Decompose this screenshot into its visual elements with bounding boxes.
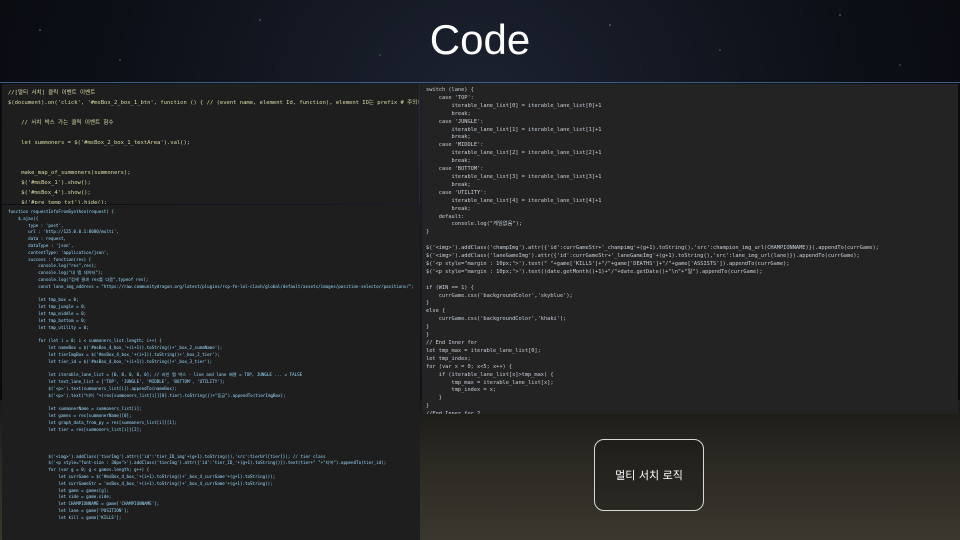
slide-title: Code [429,16,531,63]
code-text-ajax-request: function requestInfoFromSynthon(request)… [8,209,414,520]
code-text-click-handler: //[멀티 서치] 클릭 이벤트 이벤트 $(document).on('cli… [8,90,420,204]
code-screenshot-lane-switch: switch (lane) { case 'TOP': iterable_lan… [422,84,958,414]
title-divider [0,82,960,83]
code-screenshot-click-handler: //[멀티 서치] 클릭 이벤트 이벤트 $(document).on('cli… [2,84,420,204]
caption-box: 멀티 서치 로직 [594,439,704,511]
caption-text: 멀티 서치 로직 [615,469,683,482]
code-screenshot-ajax-request: function requestInfoFromSynthon(request)… [2,205,420,540]
code-text-lane-switch: switch (lane) { case 'TOP': iterable_lan… [426,87,879,414]
